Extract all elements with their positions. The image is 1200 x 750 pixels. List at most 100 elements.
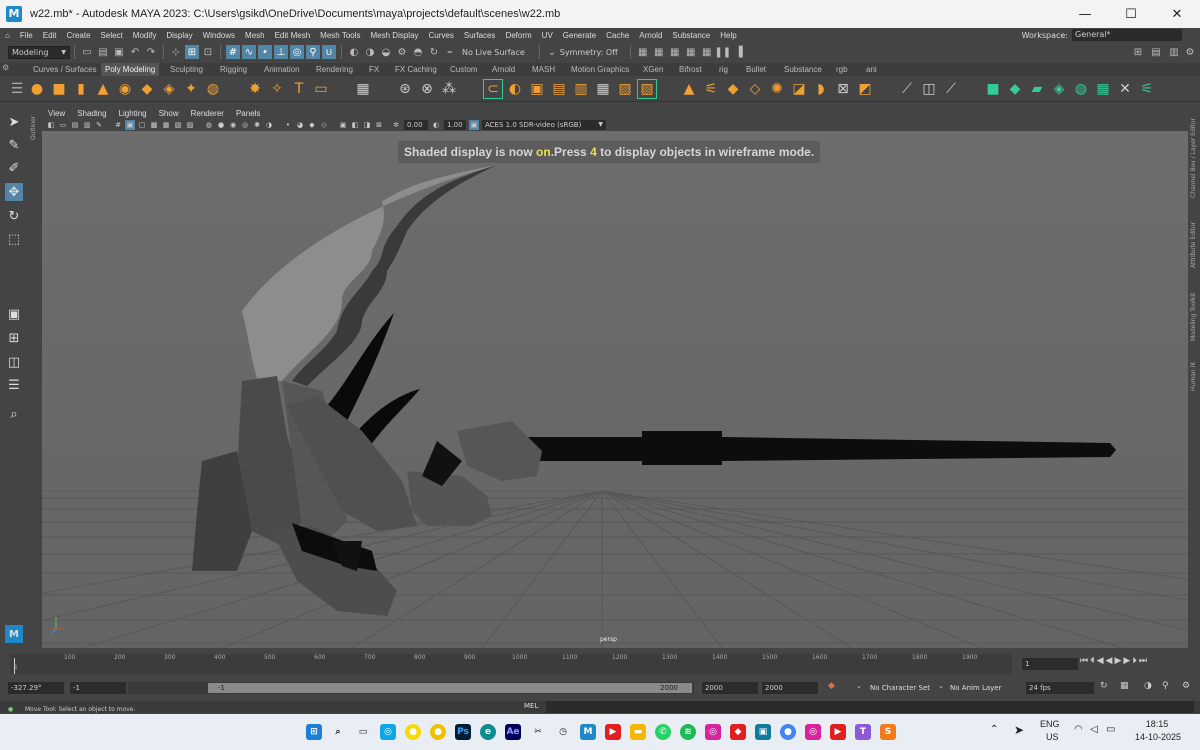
- separate-icon[interactable]: ⊗: [418, 80, 436, 98]
- tab-xgen[interactable]: XGen: [643, 63, 663, 76]
- gamma-field[interactable]: 1.00: [444, 120, 466, 130]
- sew-uv-icon[interactable]: ▰: [1028, 80, 1046, 98]
- select-camera-icon[interactable]: ◧: [46, 120, 56, 130]
- menu-edit[interactable]: Edit: [38, 31, 62, 40]
- redo-icon[interactable]: ↷: [144, 45, 158, 59]
- mirror-icon[interactable]: ▧: [616, 80, 634, 98]
- poly-cylinder-icon[interactable]: ▮: [72, 80, 90, 98]
- hypershade-icon[interactable]: ◓: [411, 45, 425, 59]
- smooth-icon[interactable]: ⁂: [440, 80, 458, 98]
- snap-view-icon[interactable]: ⊥: [274, 45, 288, 59]
- select-hierarchy-icon[interactable]: ⊹: [169, 45, 183, 59]
- bevel-icon[interactable]: ▣: [528, 80, 546, 98]
- weather-icon[interactable]: ●: [405, 724, 421, 740]
- loop-icon[interactable]: ↻: [1100, 681, 1108, 691]
- safe-title-icon[interactable]: ▨: [185, 120, 195, 130]
- outliner-icon[interactable]: ▥: [1167, 45, 1181, 59]
- tab-bullet[interactable]: Bullet: [746, 63, 766, 76]
- tab-arnold[interactable]: Arnold: [492, 63, 515, 76]
- teams-icon[interactable]: T: [855, 724, 871, 740]
- panel-menu-lighting[interactable]: Lighting: [113, 109, 153, 118]
- wifi-icon[interactable]: ◠: [1074, 724, 1083, 735]
- transfer-icon[interactable]: ✕: [1116, 80, 1134, 98]
- cylindrical-map-icon[interactable]: ⟋: [942, 80, 960, 98]
- render-view-icon[interactable]: ↻: [427, 45, 441, 59]
- select-component-icon[interactable]: ⊡: [201, 45, 215, 59]
- menu-mesh-tools[interactable]: Mesh Tools: [315, 31, 365, 40]
- poly-torus-icon[interactable]: ◉: [116, 80, 134, 98]
- fps-dropdown[interactable]: 24 fps: [1026, 682, 1094, 694]
- target-weld-icon[interactable]: ▲: [680, 80, 698, 98]
- preferences-icon[interactable]: ⚙: [1182, 681, 1190, 691]
- ambient-occlusion-icon[interactable]: •: [283, 120, 293, 130]
- store-icon[interactable]: ▣: [755, 724, 771, 740]
- poly-disc-icon[interactable]: ◈: [160, 80, 178, 98]
- tab-motion-graphics[interactable]: Motion Graphics: [571, 63, 629, 76]
- triangulate-icon[interactable]: ◩: [856, 80, 874, 98]
- select-object-icon[interactable]: ⊞: [185, 45, 199, 59]
- time-slider[interactable]: 1 100 200 300 400 500 600 700 800 900 10…: [10, 654, 1012, 674]
- menu-arnold[interactable]: Arnold: [634, 31, 667, 40]
- snap-surface-icon[interactable]: ◎: [290, 45, 304, 59]
- uv-editor-icon[interactable]: ⟋: [898, 80, 916, 98]
- grease-pencil-icon[interactable]: ✎: [94, 120, 104, 130]
- color-space-dropdown[interactable]: ACES 1.0 SDR-video (sRGB) ▼: [482, 120, 606, 130]
- paint-select-icon[interactable]: ✐: [5, 159, 23, 177]
- cache-icon[interactable]: ▦: [1120, 681, 1129, 691]
- playback-options-icon[interactable]: ⚲: [1162, 681, 1169, 691]
- start-icon[interactable]: ⊞: [306, 724, 322, 740]
- lights-icon[interactable]: ✺: [252, 120, 262, 130]
- brave-icon[interactable]: ◆: [730, 724, 746, 740]
- symmetry-icon[interactable]: ⌄: [545, 45, 559, 59]
- ipr-icon[interactable]: ◒: [379, 45, 393, 59]
- edge-loop-icon[interactable]: ⚟: [702, 80, 720, 98]
- symmetrize-icon[interactable]: ⚟: [1138, 80, 1156, 98]
- smooth-shade-icon[interactable]: ●: [216, 120, 226, 130]
- layout-uv-icon[interactable]: ◍: [1072, 80, 1090, 98]
- grid-icon[interactable]: ▦: [354, 80, 372, 98]
- playback-start-field[interactable]: -1: [70, 682, 126, 694]
- move-tool-icon[interactable]: ✥: [5, 183, 23, 201]
- tab-rigging[interactable]: Rigging: [220, 63, 247, 76]
- snap-magnet-icon[interactable]: ∪: [322, 45, 336, 59]
- poly-cone-icon[interactable]: ▲: [94, 80, 112, 98]
- panel-menu-view[interactable]: View: [42, 109, 71, 118]
- channel-box-icon[interactable]: ▦: [684, 45, 698, 59]
- poly-platonic-icon[interactable]: ✦: [182, 80, 200, 98]
- tab-fx[interactable]: FX: [369, 63, 379, 76]
- poly-plane-icon[interactable]: ◆: [138, 80, 156, 98]
- shelf-gear-icon[interactable]: ⚙: [2, 63, 9, 72]
- insert-loop-icon[interactable]: ✺: [768, 80, 786, 98]
- tab-substance[interactable]: Substance: [784, 63, 822, 76]
- tab-custom[interactable]: Custom: [450, 63, 478, 76]
- copilot-icon[interactable]: ◎: [380, 724, 396, 740]
- outliner-label[interactable]: Outliner: [30, 116, 37, 140]
- spotify-icon[interactable]: ≋: [680, 724, 696, 740]
- snap-curve-icon[interactable]: ∿: [242, 45, 256, 59]
- menu-mesh-display[interactable]: Mesh Display: [366, 31, 424, 40]
- live-surface-icon[interactable]: ⌁: [443, 45, 457, 59]
- menu-cache[interactable]: Cache: [601, 31, 634, 40]
- toolkit-icon[interactable]: ⊞: [1131, 45, 1145, 59]
- tab-mash[interactable]: MASH: [532, 63, 555, 76]
- maya-taskbar-icon[interactable]: M: [580, 724, 596, 740]
- step-back-frame-icon[interactable]: ◀: [1097, 656, 1104, 666]
- edge-icon[interactable]: e: [480, 724, 496, 740]
- tray-overflow-icon[interactable]: ⌃: [990, 724, 998, 735]
- menu-modify[interactable]: Modify: [128, 31, 162, 40]
- snipping-tool-icon[interactable]: ✂: [530, 724, 546, 740]
- clock-time[interactable]: 18:15: [1132, 719, 1182, 729]
- save-scene-icon[interactable]: ▣: [112, 45, 126, 59]
- wireframe-on-shaded-icon[interactable]: ◉: [228, 120, 238, 130]
- xray-joints-icon[interactable]: ◨: [362, 120, 372, 130]
- location-icon[interactable]: ➤: [1014, 723, 1024, 737]
- extrude-icon[interactable]: ◐: [506, 80, 524, 98]
- human-ik-tab[interactable]: Human IK: [1190, 362, 1197, 391]
- sound-icon[interactable]: ◑: [1144, 681, 1152, 691]
- settings-gear-icon[interactable]: ⚙: [1183, 45, 1197, 59]
- exposure-field[interactable]: 0.00: [404, 120, 428, 130]
- undo-icon[interactable]: ↶: [128, 45, 142, 59]
- menu-file[interactable]: File: [15, 31, 38, 40]
- clock-date[interactable]: 14-10-2025: [1126, 732, 1190, 742]
- channel-box-layer-icon[interactable]: ▤: [1149, 45, 1163, 59]
